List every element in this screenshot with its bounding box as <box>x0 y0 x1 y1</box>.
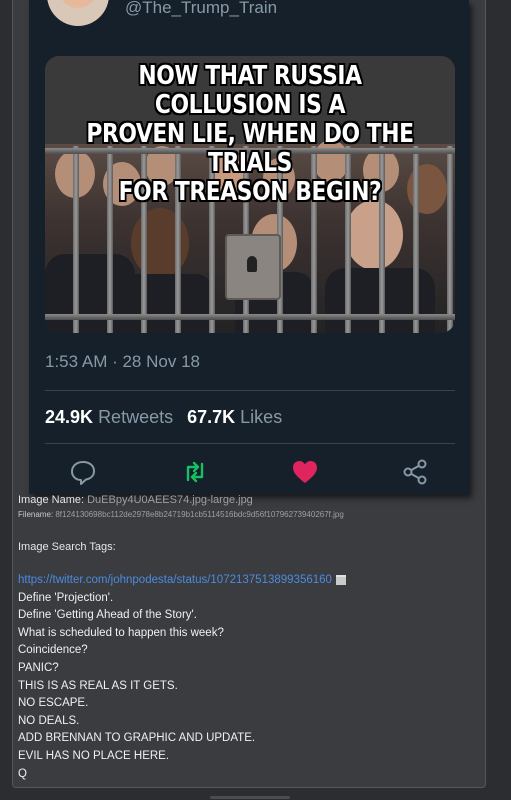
post-line: ADD BRENNAN TO GRAPHIC AND UPDATE. <box>18 732 256 745</box>
post-body: https://twitter.com/johnpodesta/status/1… <box>18 572 346 783</box>
post-line: Define 'Getting Ahead of the Story'. <box>18 609 197 622</box>
heart-icon[interactable] <box>291 458 321 488</box>
post-line: NO ESCAPE. <box>18 697 89 710</box>
image-name-label: Image Name: <box>18 494 85 506</box>
likes-stat[interactable]: 67.7K Likes <box>187 407 282 427</box>
scroll-indicator[interactable] <box>210 796 290 799</box>
post-link[interactable]: https://twitter.com/johnpodesta/status/1… <box>18 574 332 586</box>
post-line: NO DEALS. <box>18 714 80 727</box>
filename-row: Filename: 8f124130698bc112de2978e8b24719… <box>18 510 344 519</box>
retweets-stat[interactable]: 24.9K Retweets <box>45 407 173 427</box>
post-line: Define 'Projection'. <box>18 591 114 604</box>
post-line: What is scheduled to happen this week? <box>18 626 224 639</box>
tweet-timestamp[interactable]: 1:53 AM · 28 Nov 18 <box>45 352 200 372</box>
meme-caption: NOW THAT RUSSIA COLLUSION IS A PROVEN LI… <box>86 61 414 207</box>
tweet-screenshot[interactable]: @The_Trump_Train NOW THAT RUSSIA COLLUSI… <box>29 0 469 494</box>
share-icon[interactable] <box>401 458 431 488</box>
filename-value: 8f124130698bc112de2978e8b24719b1cb511451… <box>55 510 344 519</box>
retweet-icon[interactable] <box>181 458 211 488</box>
meme-image[interactable]: NOW THAT RUSSIA COLLUSION IS A PROVEN LI… <box>45 56 455 333</box>
post-line: EVIL HAS NO PLACE HERE. <box>18 749 170 762</box>
post-line: Coincidence? <box>18 644 88 657</box>
reply-icon[interactable] <box>69 458 99 488</box>
divider <box>45 390 455 391</box>
post-line: Q <box>18 767 27 780</box>
image-search-tags: Image Search Tags: <box>18 541 116 553</box>
tweet-actions <box>29 458 469 494</box>
post-line: PANIC? <box>18 661 59 674</box>
tweet-handle: @The_Trump_Train <box>125 0 278 17</box>
image-name-value[interactable]: DuEBpy4U0AEES74.jpg-large.jpg <box>87 494 253 506</box>
avatar <box>47 0 109 26</box>
archive-icon[interactable] <box>335 574 346 585</box>
divider <box>45 443 455 444</box>
tweet-stats: 24.9K Retweets 67.7K Likes <box>45 407 282 428</box>
padlock-icon <box>225 234 281 300</box>
filename-label: Filename: <box>18 510 54 519</box>
image-name-row: Image Name: DuEBpy4U0AEES74.jpg-large.jp… <box>18 494 253 506</box>
post-line: THIS IS AS REAL AS IT GETS. <box>18 679 178 692</box>
